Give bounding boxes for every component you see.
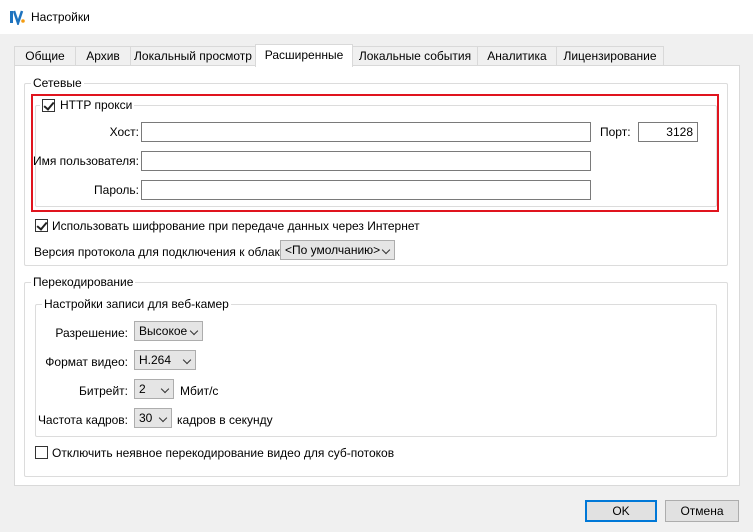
app-logo-icon <box>10 10 25 25</box>
window-title: Настройки <box>31 10 90 24</box>
proxy-legend: HTTP прокси <box>40 98 135 112</box>
username-label: Имя пользователя: <box>32 154 139 168</box>
bitrate-unit: Мбит/с <box>180 384 219 398</box>
fps-value: 30 <box>139 411 153 425</box>
check-icon <box>43 99 55 111</box>
username-input[interactable] <box>141 151 591 171</box>
bitrate-value: 2 <box>139 382 146 396</box>
fps-label: Частота кадров: <box>37 413 128 427</box>
password-label: Пароль: <box>94 183 139 197</box>
host-input[interactable] <box>141 122 591 142</box>
network-legend: Сетевые <box>31 76 84 90</box>
transcoding-legend: Перекодирование <box>31 275 136 289</box>
chevron-down-icon <box>182 355 192 365</box>
webcam-legend: Настройки записи для веб-камер <box>42 297 231 311</box>
chevron-down-icon <box>158 413 168 423</box>
title-bar: Настройки <box>0 0 753 34</box>
check-icon <box>36 219 48 231</box>
chevron-down-icon <box>381 245 391 255</box>
resolution-value: Высокое <box>139 324 188 338</box>
tab-general[interactable]: Общие <box>14 46 76 65</box>
network-group: Сетевые HTTP прокси Хост: Порт: 3128 Имя… <box>24 76 728 266</box>
resolution-label: Разрешение: <box>55 326 128 340</box>
tab-local-events[interactable]: Локальные события <box>352 46 478 65</box>
cancel-button[interactable]: Отмена <box>665 500 739 522</box>
ok-button[interactable]: OK <box>585 500 657 522</box>
http-proxy-label: HTTP прокси <box>60 98 133 112</box>
video-format-select[interactable]: H.264 <box>134 350 196 370</box>
encryption-checkbox[interactable] <box>35 219 48 232</box>
disable-implicit-transcoding-label: Отключить неявное перекодирование видео … <box>52 446 395 460</box>
bitrate-label: Битрейт: <box>79 384 128 398</box>
tab-local-view[interactable]: Локальный просмотр <box>130 46 256 65</box>
fps-select[interactable]: 30 <box>134 408 172 428</box>
tab-advanced[interactable]: Расширенные <box>255 44 353 67</box>
bitrate-select[interactable]: 2 <box>134 379 174 399</box>
chevron-down-icon <box>189 326 199 336</box>
proxy-group: HTTP прокси Хост: Порт: 3128 Имя пользов… <box>32 98 717 207</box>
protocol-value: <По умолчанию> <box>285 243 381 257</box>
disable-implicit-transcoding-checkbox[interactable] <box>35 446 48 459</box>
tab-panel: Сетевые HTTP прокси Хост: Порт: 3128 Имя… <box>14 65 740 486</box>
encryption-label: Использовать шифрование при передаче дан… <box>52 219 420 233</box>
transcoding-group: Перекодирование Настройки записи для веб… <box>24 275 728 477</box>
chevron-down-icon <box>160 384 170 394</box>
tab-analytics[interactable]: Аналитика <box>477 46 557 65</box>
http-proxy-checkbox[interactable] <box>42 99 55 112</box>
webcam-group: Настройки записи для веб-камер Разрешени… <box>35 297 717 437</box>
tab-licensing[interactable]: Лицензирование <box>556 46 664 65</box>
video-format-label: Формат видео: <box>45 355 128 369</box>
protocol-label: Версия протокола для подключения к облак… <box>34 245 290 259</box>
host-label: Хост: <box>109 125 139 139</box>
resolution-select[interactable]: Высокое <box>134 321 203 341</box>
port-label: Порт: <box>600 125 631 139</box>
video-format-value: H.264 <box>139 353 172 367</box>
fps-unit: кадров в секунду <box>177 413 273 427</box>
port-input[interactable]: 3128 <box>638 122 698 142</box>
protocol-select[interactable]: <По умолчанию> <box>280 240 395 260</box>
password-input[interactable] <box>141 180 591 200</box>
tab-archive[interactable]: Архив <box>75 46 131 65</box>
